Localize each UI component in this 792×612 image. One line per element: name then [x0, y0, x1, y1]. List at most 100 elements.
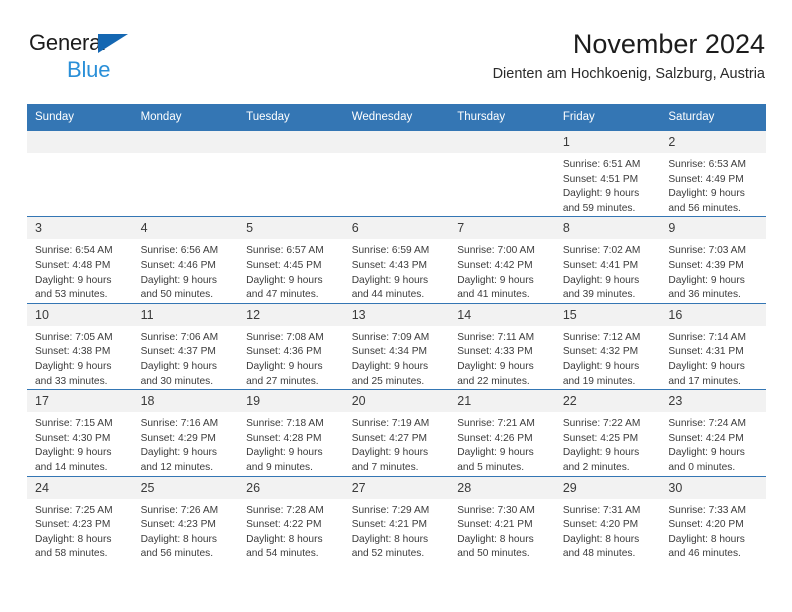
calendar-day-cell[interactable]: 8 Sunrise: 7:02 AM Sunset: 4:41 PM Daylight… [554, 216, 661, 304]
calendar-page: General Blue November 2024 Dienten am Ho… [0, 0, 792, 612]
day-cell-inner: 30 Sunrise: 7:33 AM Sunset: 4:20 PM Dayligh… [660, 476, 766, 562]
day-detail-line: Sunrise: 7:11 AM [457, 331, 535, 343]
day-detail-line: Sunset: 4:32 PM [562, 346, 639, 358]
calendar-empty-cell [449, 129, 555, 217]
logo-triangle-icon [98, 34, 128, 53]
calendar-day-cell[interactable]: 26 Sunrise: 7:28 AM Sunset: 4:22 PM Dayligh… [238, 475, 344, 562]
day-detail-line: Sunset: 4:41 PM [562, 259, 639, 271]
calendar-day-cell[interactable]: 24 Sunrise: 7:25 AM Sunset: 4:23 PM Dayligh… [27, 475, 133, 562]
calendar-day-cell[interactable]: 30 Sunrise: 7:33 AM Sunset: 4:20 PM Dayligh… [660, 475, 766, 562]
day-detail-line: Daylight: 9 hours [668, 188, 745, 200]
day-number: 18 [132, 390, 239, 413]
calendar-day-cell[interactable]: 29 Sunrise: 7:31 AM Sunset: 4:20 PM Dayligh… [554, 475, 661, 562]
day-cell-inner: 6 Sunrise: 6:59 AM Sunset: 4:43 PM Daylight… [343, 217, 450, 302]
day-number: 20 [343, 390, 450, 413]
day-detail-line: Daylight: 9 hours [246, 447, 323, 459]
day-detail-line: and 19 minutes. [562, 375, 636, 387]
calendar-empty-cell [27, 129, 133, 217]
calendar-week-row: 24 Sunrise: 7:25 AM Sunset: 4:23 PM Dayligh… [27, 475, 766, 562]
calendar-day-cell[interactable]: 14 Sunrise: 7:11 AM Sunset: 4:33 PM Dayligh… [449, 302, 555, 390]
day-cell-inner: 8 Sunrise: 7:02 AM Sunset: 4:41 PM Daylight… [554, 217, 661, 302]
calendar-day-cell[interactable]: 7 Sunrise: 7:00 AM Sunset: 4:42 PM Daylight… [449, 216, 555, 304]
calendar-day-cell[interactable]: 15 Sunrise: 7:12 AM Sunset: 4:32 PM Dayligh… [554, 302, 661, 390]
day-details: Sunrise: 7:16 AM Sunset: 4:29 PM Daylight:… [133, 412, 239, 475]
calendar-day-cell[interactable]: 1 Sunrise: 6:51 AM Sunset: 4:51 PM Daylight… [554, 129, 661, 217]
calendar-day-cell[interactable]: 9 Sunrise: 7:03 AM Sunset: 4:39 PM Daylight… [660, 216, 766, 304]
calendar-day-cell[interactable]: 21 Sunrise: 7:21 AM Sunset: 4:26 PM Dayligh… [449, 389, 555, 476]
calendar-day-cell[interactable]: 2 Sunrise: 6:53 AM Sunset: 4:49 PM Daylight… [660, 129, 766, 217]
calendar-day-cell[interactable]: 4 Sunrise: 6:56 AM Sunset: 4:46 PM Daylight… [132, 216, 239, 304]
day-detail-line: Daylight: 9 hours [562, 447, 640, 459]
day-detail-line: Sunset: 4:36 PM [246, 346, 322, 358]
calendar-day-cell[interactable]: 19 Sunrise: 7:18 AM Sunset: 4:28 PM Dayligh… [238, 389, 344, 476]
day-cell-inner: 25 Sunrise: 7:26 AM Sunset: 4:23 PM Dayligh… [132, 476, 239, 562]
day-detail-line: Daylight: 9 hours [457, 447, 534, 459]
calendar-day-cell[interactable]: 22 Sunrise: 7:22 AM Sunset: 4:25 PM Dayligh… [554, 389, 661, 476]
day-detail-line: Sunset: 4:37 PM [140, 346, 216, 358]
day-number: 21 [449, 390, 555, 413]
day-detail-line: Sunrise: 7:22 AM [562, 418, 641, 430]
day-detail-line: Sunrise: 7:31 AM [562, 504, 641, 516]
calendar-day-cell[interactable]: 23 Sunrise: 7:24 AM Sunset: 4:24 PM Dayligh… [660, 389, 766, 476]
calendar-day-cell[interactable]: 28 Sunrise: 7:30 AM Sunset: 4:21 PM Dayligh… [449, 475, 555, 562]
calendar-day-cell[interactable]: 6 Sunrise: 6:59 AM Sunset: 4:43 PM Daylight… [343, 216, 450, 304]
calendar-day-cell[interactable]: 17 Sunrise: 7:15 AM Sunset: 4:30 PM Dayligh… [27, 389, 133, 476]
day-detail-line: Sunrise: 6:59 AM [351, 245, 430, 257]
day-number: 25 [132, 476, 239, 499]
calendar-day-cell[interactable]: 27 Sunrise: 7:29 AM Sunset: 4:21 PM Dayligh… [343, 475, 450, 562]
day-detail-line: Sunrise: 7:00 AM [457, 245, 535, 257]
title-block: November 2024 Dienten am Hochkoenig, Sal… [493, 30, 765, 83]
day-cell-inner: 3 Sunrise: 6:54 AM Sunset: 4:48 PM Daylight… [27, 217, 133, 302]
day-detail-line: Sunset: 4:26 PM [457, 432, 533, 444]
day-detail-line: and 30 minutes. [140, 375, 214, 387]
day-details: Sunrise: 6:51 AM Sunset: 4:51 PM Daylight:… [555, 153, 661, 216]
day-details: Sunrise: 7:02 AM Sunset: 4:41 PM Daylight:… [555, 239, 661, 302]
day-detail-line: Daylight: 9 hours [140, 447, 218, 459]
calendar-day-cell[interactable]: 16 Sunrise: 7:14 AM Sunset: 4:31 PM Dayligh… [660, 302, 766, 390]
day-number: 27 [343, 476, 450, 499]
day-detail-line: Daylight: 9 hours [140, 360, 218, 372]
day-detail-line: Sunrise: 7:29 AM [351, 504, 430, 516]
day-number: 23 [660, 390, 766, 413]
day-detail-line: Sunrise: 7:16 AM [140, 418, 219, 430]
general-blue-logo: General Blue [29, 32, 209, 82]
day-details: Sunrise: 7:22 AM Sunset: 4:25 PM Daylight:… [555, 412, 661, 475]
day-detail-line: Sunset: 4:48 PM [35, 259, 111, 271]
day-details: Sunrise: 7:28 AM Sunset: 4:22 PM Daylight:… [238, 499, 344, 562]
calendar-day-cell[interactable]: 25 Sunrise: 7:26 AM Sunset: 4:23 PM Dayligh… [132, 475, 239, 562]
calendar-day-cell[interactable]: 18 Sunrise: 7:16 AM Sunset: 4:29 PM Dayligh… [132, 389, 239, 476]
day-detail-line: and 7 minutes. [351, 461, 419, 473]
day-number: 4 [132, 217, 239, 240]
weekday-header-monday: Monday [132, 104, 239, 131]
day-number: 15 [554, 303, 661, 326]
day-number: 9 [660, 217, 766, 240]
day-detail-line: Daylight: 9 hours [562, 360, 640, 372]
day-number: 8 [554, 217, 661, 240]
day-detail-line: Daylight: 9 hours [668, 274, 745, 286]
day-detail-line: Sunset: 4:28 PM [246, 432, 322, 444]
day-detail-line: and 47 minutes. [246, 289, 319, 301]
day-number: 19 [238, 390, 344, 413]
day-detail-line: Sunrise: 7:03 AM [668, 245, 746, 257]
day-detail-line: and 50 minutes. [457, 548, 530, 560]
day-number [132, 131, 239, 153]
calendar-day-cell[interactable]: 10 Sunrise: 7:05 AM Sunset: 4:38 PM Dayligh… [27, 302, 133, 390]
day-detail-line: Sunrise: 7:02 AM [562, 245, 641, 257]
calendar-day-cell[interactable]: 13 Sunrise: 7:09 AM Sunset: 4:34 PM Dayligh… [343, 302, 450, 390]
day-detail-line: Sunset: 4:21 PM [351, 519, 428, 531]
day-cell-inner: 26 Sunrise: 7:28 AM Sunset: 4:22 PM Dayligh… [238, 476, 344, 562]
calendar-day-cell[interactable]: 12 Sunrise: 7:08 AM Sunset: 4:36 PM Dayligh… [238, 302, 344, 390]
day-detail-line: Sunset: 4:38 PM [35, 346, 111, 358]
calendar-day-cell[interactable]: 5 Sunrise: 6:57 AM Sunset: 4:45 PM Daylight… [238, 216, 344, 304]
day-number: 10 [27, 303, 133, 326]
day-details: Sunrise: 6:56 AM Sunset: 4:46 PM Daylight:… [133, 239, 239, 302]
weekday-header-saturday: Saturday [660, 104, 766, 131]
calendar-day-cell[interactable]: 20 Sunrise: 7:19 AM Sunset: 4:27 PM Dayligh… [343, 389, 450, 476]
calendar-day-cell[interactable]: 3 Sunrise: 6:54 AM Sunset: 4:48 PM Daylight… [27, 216, 133, 304]
day-number: 26 [238, 476, 344, 499]
logo-word-general: General [29, 30, 106, 55]
calendar-day-cell[interactable]: 11 Sunrise: 7:06 AM Sunset: 4:37 PM Dayligh… [132, 302, 239, 390]
day-detail-line: Sunset: 4:25 PM [562, 432, 639, 444]
day-details: Sunrise: 7:19 AM Sunset: 4:27 PM Daylight:… [344, 412, 450, 475]
day-number: 30 [660, 476, 766, 499]
